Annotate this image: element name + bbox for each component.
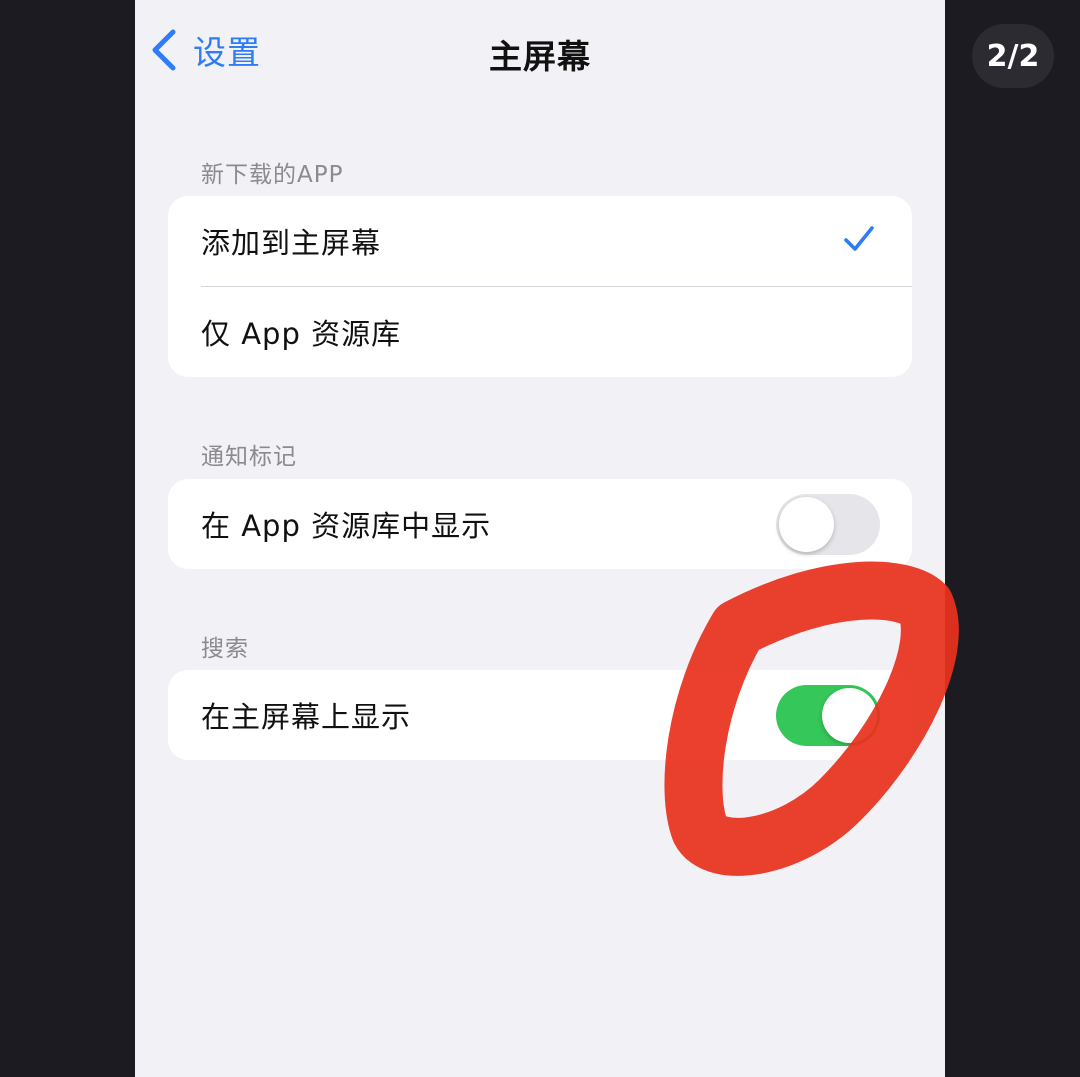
row-show-in-app-library: 在 App 资源库中显示 — [168, 479, 912, 569]
show-in-app-library-toggle[interactable] — [776, 494, 880, 555]
row-label: 在主屏幕上显示 — [201, 700, 412, 734]
page-indicator: 2/2 — [972, 24, 1054, 88]
settings-screen: 设置 主屏幕 新下载的APP 添加到主屏幕 仅 App 资源库 通知标记 在 A… — [135, 0, 945, 1077]
section-label-new-apps: 新下载的APP — [201, 162, 344, 188]
toggle-knob — [779, 497, 834, 552]
checkmark-icon — [842, 222, 876, 260]
new-apps-group: 添加到主屏幕 仅 App 资源库 — [168, 196, 912, 377]
section-label-search: 搜索 — [201, 636, 249, 662]
section-label-badges: 通知标记 — [201, 444, 297, 470]
option-label: 添加到主屏幕 — [201, 226, 382, 260]
row-label: 在 App 资源库中显示 — [201, 509, 492, 543]
option-add-to-home-screen[interactable]: 添加到主屏幕 — [168, 196, 912, 286]
row-show-on-home-screen: 在主屏幕上显示 — [168, 670, 912, 760]
toggle-knob — [822, 688, 877, 743]
show-on-home-screen-toggle[interactable] — [776, 685, 880, 746]
option-app-library-only[interactable]: 仅 App 资源库 — [168, 287, 912, 377]
option-label: 仅 App 资源库 — [201, 317, 402, 351]
badges-group: 在 App 资源库中显示 — [168, 479, 912, 569]
search-group: 在主屏幕上显示 — [168, 670, 912, 760]
page-title: 主屏幕 — [489, 37, 591, 76]
